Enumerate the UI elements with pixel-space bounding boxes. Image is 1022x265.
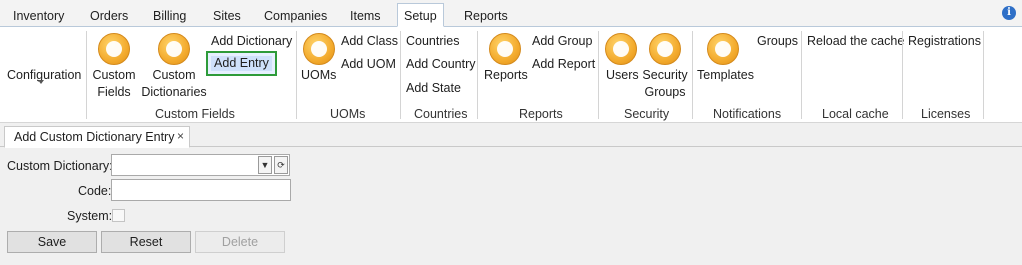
document-tab-label: Add Custom Dictionary Entry — [14, 130, 175, 144]
group-separator — [296, 31, 297, 119]
custom-dictionary-select[interactable]: ▼ ⟳ — [111, 154, 290, 176]
code-label: Code: — [78, 184, 112, 198]
add-entry-label: Add Entry — [211, 56, 272, 71]
chevron-down-icon[interactable]: ▼ — [258, 156, 272, 174]
add-class-button[interactable]: Add Class — [341, 33, 398, 49]
setup-ribbon: Configuration Custom Fields Custom Dicti… — [0, 27, 1022, 123]
countries-button[interactable]: Countries — [406, 33, 460, 49]
menu-tab-setup[interactable]: Setup — [397, 3, 444, 27]
users-icon[interactable] — [605, 33, 637, 65]
system-checkbox[interactable] — [112, 209, 125, 222]
group-separator — [801, 31, 802, 119]
group-separator — [902, 31, 903, 119]
security-groups-label-1[interactable]: Security — [640, 67, 690, 83]
custom-dictionary-label: Custom Dictionary: — [7, 159, 113, 173]
menu-tab-sites[interactable]: Sites — [213, 6, 241, 26]
security-groups-label-2[interactable]: Groups — [640, 84, 690, 100]
group-label-licenses: Licenses — [921, 107, 971, 121]
add-entry-button[interactable]: Add Entry — [206, 51, 277, 76]
templates-button[interactable]: Templates — [697, 67, 754, 83]
code-input[interactable] — [111, 179, 291, 201]
custom-fields-icon[interactable] — [98, 33, 130, 65]
notification-groups-button[interactable]: Groups — [757, 33, 798, 49]
custom-dictionaries-label-1[interactable]: Custom — [141, 67, 207, 83]
close-icon[interactable]: × — [177, 129, 184, 143]
group-separator — [983, 31, 984, 119]
add-uom-button[interactable]: Add UOM — [341, 56, 396, 72]
menu-tab-inventory[interactable]: Inventory — [13, 6, 64, 26]
system-label: System: — [67, 209, 113, 223]
menu-tab-reports[interactable]: Reports — [464, 6, 508, 26]
group-label-uoms: UOMs — [330, 107, 366, 121]
group-separator — [86, 31, 87, 119]
document-tab-strip: Add Custom Dictionary Entry × — [0, 124, 1022, 148]
refresh-icon[interactable]: ⟳ — [274, 156, 288, 174]
group-label-reports: Reports — [519, 107, 563, 121]
bell-icon[interactable] — [707, 33, 739, 65]
group-separator — [598, 31, 599, 119]
document-tab[interactable]: Add Custom Dictionary Entry × — [4, 126, 190, 148]
menu-tab-companies[interactable]: Companies — [264, 6, 327, 26]
add-state-button[interactable]: Add State — [406, 80, 461, 96]
main-menu-bar: Inventory Orders Billing Sites Companies… — [0, 0, 1022, 27]
add-country-button[interactable]: Add Country — [406, 56, 475, 72]
menu-tab-billing[interactable]: Billing — [153, 6, 186, 26]
configuration-button[interactable]: Configuration — [7, 67, 81, 83]
group-separator — [477, 31, 478, 119]
add-group-button[interactable]: Add Group — [532, 33, 592, 49]
group-label-local-cache: Local cache — [822, 107, 889, 121]
menu-tab-orders[interactable]: Orders — [90, 6, 128, 26]
add-dictionary-button[interactable]: Add Dictionary — [211, 33, 292, 49]
menu-tab-items[interactable]: Items — [350, 6, 381, 26]
custom-dictionaries-icon[interactable] — [158, 33, 190, 65]
uoms-icon[interactable] — [303, 33, 335, 65]
users-button[interactable]: Users — [606, 67, 639, 83]
uoms-button[interactable]: UOMs — [301, 67, 336, 83]
custom-fields-label-1[interactable]: Custom — [92, 67, 136, 83]
delete-button[interactable]: Delete — [195, 231, 285, 253]
reports-icon[interactable] — [489, 33, 521, 65]
chevron-down-icon — [38, 80, 44, 84]
add-entry-form: Custom Dictionary: ▼ ⟳ Code: System: Sav… — [0, 148, 1022, 265]
group-label-security: Security — [624, 107, 670, 121]
reset-button[interactable]: Reset — [101, 231, 191, 253]
group-separator — [692, 31, 693, 119]
group-label-countries: Countries — [414, 107, 468, 121]
add-report-button[interactable]: Add Report — [532, 56, 595, 72]
custom-fields-label-2[interactable]: Fields — [92, 84, 136, 100]
info-icon[interactable]: i — [1002, 6, 1016, 20]
security-groups-icon[interactable] — [649, 33, 681, 65]
custom-dictionaries-label-2[interactable]: Dictionaries — [141, 84, 207, 100]
group-separator — [400, 31, 401, 119]
registrations-button[interactable]: Registrations — [908, 33, 981, 49]
reports-button[interactable]: Reports — [484, 67, 528, 83]
reload-cache-button[interactable]: Reload the cache — [807, 33, 904, 49]
save-button[interactable]: Save — [7, 231, 97, 253]
group-label-notifications: Notifications — [713, 107, 782, 121]
group-label-custom-fields: Custom Fields — [155, 107, 235, 121]
